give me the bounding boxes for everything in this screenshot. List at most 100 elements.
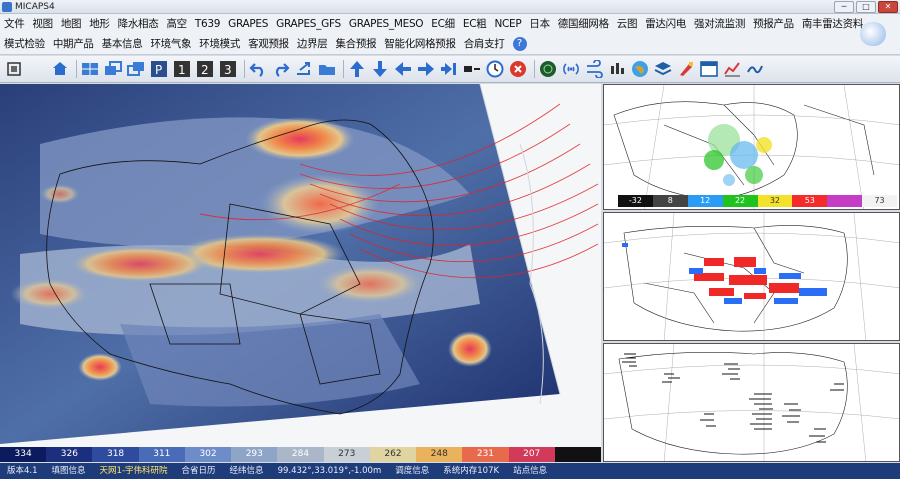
menu-japan[interactable]: 日本 bbox=[525, 15, 553, 33]
menu-ec-fine[interactable]: EC细 bbox=[427, 15, 459, 33]
svg-text:1: 1 bbox=[178, 63, 186, 77]
frame1-icon[interactable]: 1 bbox=[172, 59, 192, 79]
frame-icon[interactable]: P bbox=[149, 59, 169, 79]
line-chart-icon[interactable] bbox=[745, 59, 765, 79]
radar-colorbar-cell: 53 bbox=[792, 195, 828, 207]
menu-basic-info[interactable]: 基本信息 bbox=[98, 35, 147, 53]
menu-map[interactable]: 地图 bbox=[57, 15, 85, 33]
window-icon[interactable] bbox=[103, 59, 123, 79]
radar-colorbar-cell: 8 bbox=[652, 195, 688, 207]
menu-env-model[interactable]: 环境模式 bbox=[195, 35, 244, 53]
menu-germany-grid[interactable]: 德国细网格 bbox=[554, 15, 613, 33]
radar-colorbar-cell: -32 bbox=[618, 195, 653, 207]
menu-grapes[interactable]: GRAPES bbox=[224, 15, 272, 33]
colorbar-cell: 334 bbox=[0, 447, 47, 462]
status-coord-label: 经纬信息 bbox=[229, 466, 264, 476]
colorbar-cell: 207 bbox=[508, 447, 555, 462]
step-end-icon[interactable] bbox=[439, 59, 459, 79]
menu-medium-range[interactable]: 中期产品 bbox=[49, 35, 98, 53]
globe-icon[interactable] bbox=[630, 59, 650, 79]
frame3-icon[interactable]: 3 bbox=[218, 59, 238, 79]
status-memory: 系统内存107K bbox=[443, 466, 500, 476]
status-version: 版本4.1 bbox=[7, 466, 38, 476]
colorbar-cell: 231 bbox=[462, 447, 509, 462]
arrow-right-icon[interactable] bbox=[416, 59, 436, 79]
colorbar-cell: 284 bbox=[277, 447, 324, 462]
menu-ncep[interactable]: NCEP bbox=[490, 15, 525, 33]
micaps-app: MICAPS4 ─ □ ✕ 文件 视图 地图 地形 降水相态 高空 T639 G… bbox=[0, 0, 900, 479]
export-icon[interactable] bbox=[294, 59, 314, 79]
moon-icon[interactable] bbox=[27, 59, 47, 79]
menu-convection-monitor[interactable]: 强对流监测 bbox=[690, 15, 749, 33]
radar-icon[interactable] bbox=[538, 59, 558, 79]
wind-icon[interactable] bbox=[584, 59, 604, 79]
menu-view[interactable]: 视图 bbox=[28, 15, 56, 33]
radar-colorbar-cell: 32 bbox=[757, 195, 793, 207]
menu-boundary-layer[interactable]: 边界层 bbox=[293, 35, 332, 53]
arrow-left-icon[interactable] bbox=[393, 59, 413, 79]
frame2-icon[interactable]: 2 bbox=[195, 59, 215, 79]
menu-objective-forecast[interactable]: 客观预报 bbox=[244, 35, 293, 53]
layout-icon[interactable] bbox=[80, 59, 100, 79]
signal-icon[interactable] bbox=[561, 59, 581, 79]
radar-colorbar-cell: 73 bbox=[862, 195, 897, 207]
menu-joint-support[interactable]: 合肩支打 bbox=[460, 35, 509, 53]
svg-text:P: P bbox=[155, 63, 162, 77]
menu-ensemble[interactable]: 集合预报 bbox=[331, 35, 380, 53]
status-fill-info: 填图信息 bbox=[51, 466, 86, 476]
radar-map bbox=[604, 85, 899, 209]
menu-grapes-meso[interactable]: GRAPES_MESO bbox=[345, 15, 427, 33]
main-satellite-map[interactable] bbox=[0, 84, 601, 462]
restore-icon[interactable] bbox=[126, 59, 146, 79]
settings-icon[interactable] bbox=[462, 59, 482, 79]
undo-icon[interactable] bbox=[248, 59, 268, 79]
status-station-info: 站点信息 bbox=[513, 466, 548, 476]
minimize-button[interactable]: ─ bbox=[834, 1, 854, 13]
arrow-up-icon[interactable] bbox=[347, 59, 367, 79]
menu-precip-phase[interactable]: 降水相态 bbox=[114, 15, 163, 33]
menu-file[interactable]: 文件 bbox=[0, 15, 28, 33]
stop-icon[interactable] bbox=[508, 59, 528, 79]
menu-terrain[interactable]: 地形 bbox=[85, 15, 113, 33]
paint-icon[interactable] bbox=[676, 59, 696, 79]
colorbar-cell: 302 bbox=[184, 447, 232, 462]
radar-colorbar: -32 8 12 22 32 53 73 bbox=[618, 195, 897, 207]
help-icon[interactable]: ? bbox=[512, 37, 527, 51]
home-icon[interactable] bbox=[50, 59, 70, 79]
menu-model-verify[interactable]: 模式检验 bbox=[0, 35, 49, 53]
layers-icon[interactable] bbox=[653, 59, 673, 79]
colorbar-cell: 311 bbox=[138, 447, 185, 462]
colorbar-cell: 248 bbox=[416, 447, 463, 462]
menu-cloud-image[interactable]: 云图 bbox=[613, 15, 641, 33]
colorbar-cell: 262 bbox=[369, 447, 417, 462]
menu-ec-coarse[interactable]: EC粗 bbox=[459, 15, 491, 33]
arrow-down-icon[interactable] bbox=[370, 59, 390, 79]
colorbar-cell: 326 bbox=[46, 447, 93, 462]
menu-env-weather[interactable]: 环境气象 bbox=[146, 35, 195, 53]
menu-t639[interactable]: T639 bbox=[191, 15, 224, 33]
radar-colorbar-cell bbox=[827, 195, 863, 207]
menu-radar-lightning[interactable]: 雷达闪电 bbox=[641, 15, 690, 33]
chart-icon[interactable] bbox=[607, 59, 627, 79]
grid-view-icon[interactable] bbox=[4, 59, 24, 79]
satellite-image bbox=[0, 84, 601, 462]
panel-station-plot[interactable] bbox=[603, 343, 900, 462]
main-colorbar: 334 326 318 311 302 293 284 273 262 248 … bbox=[0, 447, 602, 462]
radar-colorbar-cell: 12 bbox=[687, 195, 723, 207]
maximize-button[interactable]: □ bbox=[856, 1, 876, 13]
menu-smart-grid[interactable]: 智能化网格预报 bbox=[380, 35, 459, 53]
clock-icon[interactable] bbox=[485, 59, 505, 79]
colorbar-cell: 318 bbox=[92, 447, 139, 462]
panel-radar[interactable]: -32 8 12 22 32 53 73 bbox=[603, 84, 900, 210]
redo-icon[interactable] bbox=[271, 59, 291, 79]
graph-icon[interactable] bbox=[722, 59, 742, 79]
window-title: MICAPS4 bbox=[15, 2, 55, 12]
menu-upper-air[interactable]: 高空 bbox=[162, 15, 190, 33]
panel-precipitation[interactable] bbox=[603, 212, 900, 341]
folder-icon[interactable] bbox=[317, 59, 337, 79]
menu-radar-data[interactable]: 南丰雷达资料 bbox=[798, 15, 867, 33]
menu-forecast-products[interactable]: 预报产品 bbox=[749, 15, 798, 33]
panel-icon[interactable] bbox=[699, 59, 719, 79]
menu-grapes-gfs[interactable]: GRAPES_GFS bbox=[272, 15, 345, 33]
close-button[interactable]: ✕ bbox=[878, 1, 898, 13]
